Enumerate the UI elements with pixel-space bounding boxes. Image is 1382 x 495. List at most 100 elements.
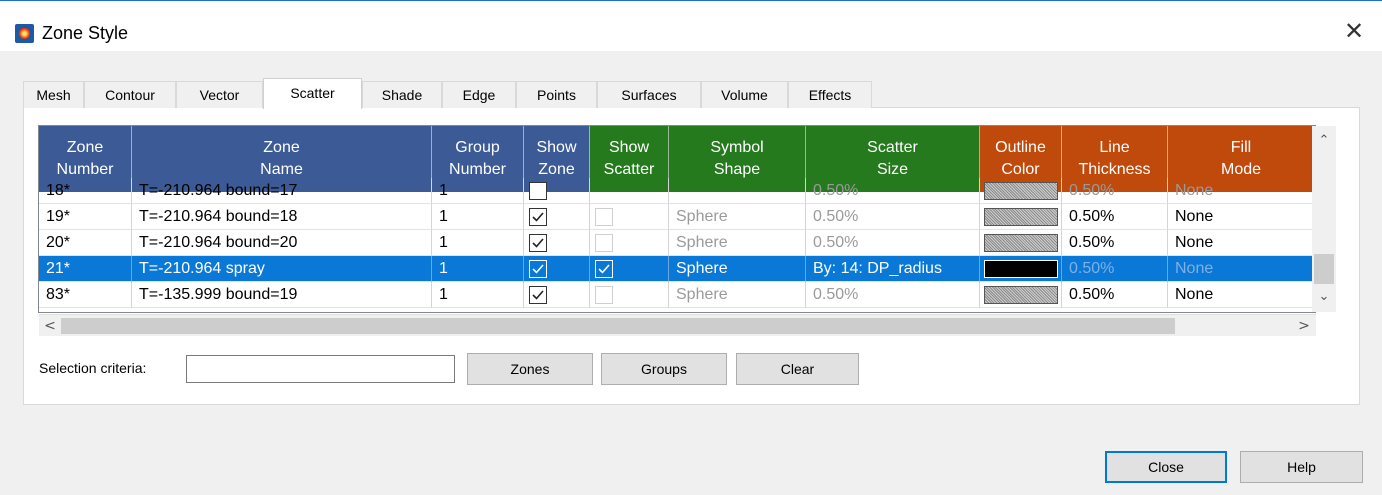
cell-outline-color[interactable] bbox=[980, 230, 1062, 256]
cell-group-number[interactable]: 1 bbox=[432, 178, 524, 204]
cell-line-thickness[interactable]: 0.50% bbox=[1062, 230, 1168, 256]
table-row[interactable]: 83* T=-135.999 bound=19 1 Sphere 0.50% 0.50% N… bbox=[39, 282, 1315, 308]
cell-show-scatter[interactable] bbox=[590, 256, 669, 282]
tab-contour[interactable]: Contour bbox=[84, 81, 176, 108]
cell-zone-number[interactable]: 20* bbox=[39, 230, 132, 256]
show-zone-checkbox[interactable] bbox=[529, 286, 547, 304]
show-zone-checkbox[interactable] bbox=[529, 182, 547, 200]
cell-symbol-shape[interactable] bbox=[669, 178, 806, 204]
show-scatter-checkbox[interactable] bbox=[595, 260, 613, 278]
cell-scatter-size[interactable]: By: 14: DP_radius bbox=[806, 256, 980, 282]
scroll-left-icon[interactable]: < bbox=[39, 315, 61, 337]
cell-group-number[interactable]: 1 bbox=[432, 282, 524, 308]
tecplot-icon bbox=[15, 24, 34, 43]
show-zone-checkbox[interactable] bbox=[529, 234, 547, 252]
zone-style-dialog: Zone Style ✕ Mesh Contour Vector Scatter Sha… bbox=[0, 0, 1382, 495]
horizontal-scrollbar[interactable]: < > bbox=[39, 314, 1316, 336]
cell-show-zone[interactable] bbox=[524, 204, 590, 230]
tab-mesh[interactable]: Mesh bbox=[23, 81, 84, 108]
scroll-right-icon[interactable]: > bbox=[1293, 315, 1315, 337]
table-row[interactable]: 20* T=-210.964 bound=20 1 Sphere 0.50% 0.50% N… bbox=[39, 230, 1315, 256]
cell-show-zone[interactable] bbox=[524, 230, 590, 256]
cell-zone-name[interactable]: T=-210.964 bound=20 bbox=[132, 230, 432, 256]
outline-color-swatch[interactable] bbox=[984, 260, 1058, 278]
cell-fill-mode[interactable]: None bbox=[1168, 230, 1315, 256]
close-icon[interactable]: ✕ bbox=[1338, 15, 1370, 47]
cell-scatter-size[interactable]: 0.50% bbox=[806, 178, 980, 204]
cell-line-thickness[interactable]: 0.50% bbox=[1062, 204, 1168, 230]
cell-outline-color[interactable] bbox=[980, 282, 1062, 308]
cell-outline-color[interactable] bbox=[980, 256, 1062, 282]
cell-zone-name[interactable]: T=-135.999 bound=19 bbox=[132, 282, 432, 308]
cell-group-number[interactable]: 1 bbox=[432, 256, 524, 282]
tab-surfaces[interactable]: Surfaces bbox=[597, 81, 701, 108]
cell-fill-mode[interactable]: None bbox=[1168, 178, 1315, 204]
cell-line-thickness[interactable]: 0.50% bbox=[1062, 178, 1168, 204]
table-row[interactable]: 21* T=-210.964 spray 1 Sphere By: 14: DP_rad… bbox=[39, 256, 1315, 282]
cell-scatter-size[interactable]: 0.50% bbox=[806, 282, 980, 308]
cell-line-thickness[interactable]: 0.50% bbox=[1062, 282, 1168, 308]
outline-color-swatch[interactable] bbox=[984, 208, 1058, 226]
selection-criteria-label: Selection criteria: bbox=[39, 360, 147, 376]
cell-zone-name[interactable]: T=-210.964 bound=17 bbox=[132, 178, 432, 204]
cell-outline-color[interactable] bbox=[980, 204, 1062, 230]
clear-button[interactable]: Clear bbox=[736, 353, 859, 385]
show-scatter-checkbox[interactable] bbox=[595, 208, 613, 226]
close-button[interactable]: Close bbox=[1105, 451, 1227, 483]
groups-button[interactable]: Groups bbox=[601, 353, 727, 385]
cell-zone-name[interactable]: T=-210.964 spray bbox=[132, 256, 432, 282]
cell-scatter-size[interactable]: 0.50% bbox=[806, 230, 980, 256]
vertical-scroll-thumb[interactable] bbox=[1314, 254, 1334, 284]
zones-button[interactable]: Zones bbox=[467, 353, 593, 385]
cell-scatter-size[interactable]: 0.50% bbox=[806, 204, 980, 230]
cell-fill-mode[interactable]: None bbox=[1168, 204, 1315, 230]
tab-effects[interactable]: Effects bbox=[788, 81, 872, 108]
cell-symbol-shape[interactable]: Sphere bbox=[669, 204, 806, 230]
cell-show-scatter[interactable] bbox=[590, 230, 669, 256]
show-zone-checkbox[interactable] bbox=[529, 260, 547, 278]
vertical-scrollbar[interactable]: ⌃ ⌄ bbox=[1312, 126, 1336, 312]
cell-show-scatter[interactable] bbox=[590, 178, 669, 204]
cell-symbol-shape[interactable]: Sphere bbox=[669, 282, 806, 308]
cell-outline-color[interactable] bbox=[980, 178, 1062, 204]
tab-scatter[interactable]: Scatter bbox=[263, 78, 362, 109]
cell-zone-number[interactable]: 83* bbox=[39, 282, 132, 308]
cell-show-zone[interactable] bbox=[524, 178, 590, 204]
cell-line-thickness[interactable]: 0.50% bbox=[1062, 256, 1168, 282]
cell-zone-number[interactable]: 19* bbox=[39, 204, 132, 230]
selection-criteria-input[interactable] bbox=[186, 355, 455, 383]
cell-zone-number[interactable]: 18* bbox=[39, 178, 132, 204]
scroll-up-icon[interactable]: ⌃ bbox=[1312, 130, 1336, 152]
cell-group-number[interactable]: 1 bbox=[432, 204, 524, 230]
cell-symbol-shape[interactable]: Sphere bbox=[669, 230, 806, 256]
tab-volume[interactable]: Volume bbox=[701, 81, 788, 108]
outline-color-swatch[interactable] bbox=[984, 182, 1058, 200]
tab-shade[interactable]: Shade bbox=[362, 81, 442, 108]
cell-show-zone[interactable] bbox=[524, 282, 590, 308]
cell-symbol-shape[interactable]: Sphere bbox=[669, 256, 806, 282]
horizontal-scroll-thumb[interactable] bbox=[61, 318, 1175, 334]
zone-grid: Zone Number Zone Name Group Number Show Zon… bbox=[38, 125, 1316, 313]
outline-color-swatch[interactable] bbox=[984, 234, 1058, 252]
cell-show-scatter[interactable] bbox=[590, 282, 669, 308]
show-scatter-checkbox[interactable] bbox=[595, 234, 613, 252]
help-button[interactable]: Help bbox=[1240, 451, 1363, 483]
table-row[interactable]: 19* T=-210.964 bound=18 1 Sphere 0.50% 0.50% N… bbox=[39, 204, 1315, 230]
tab-vector[interactable]: Vector bbox=[176, 81, 263, 108]
cell-show-scatter[interactable] bbox=[590, 204, 669, 230]
cell-group-number[interactable]: 1 bbox=[432, 230, 524, 256]
table-row-partial[interactable]: 18* T=-210.964 bound=17 1 0.50% 0.50% None bbox=[39, 178, 1315, 204]
cell-zone-number[interactable]: 21* bbox=[39, 256, 132, 282]
tab-points[interactable]: Points bbox=[516, 81, 597, 108]
outline-color-swatch[interactable] bbox=[984, 286, 1058, 304]
cell-show-zone[interactable] bbox=[524, 256, 590, 282]
show-scatter-checkbox[interactable] bbox=[595, 286, 613, 304]
cell-zone-name[interactable]: T=-210.964 bound=18 bbox=[132, 204, 432, 230]
scroll-down-icon[interactable]: ⌄ bbox=[1312, 286, 1336, 308]
show-zone-checkbox[interactable] bbox=[529, 208, 547, 226]
title-bar: Zone Style ✕ bbox=[0, 1, 1382, 51]
window-title: Zone Style bbox=[42, 23, 129, 43]
cell-fill-mode[interactable]: None bbox=[1168, 256, 1315, 282]
cell-fill-mode[interactable]: None bbox=[1168, 282, 1315, 308]
tab-edge[interactable]: Edge bbox=[442, 81, 516, 108]
